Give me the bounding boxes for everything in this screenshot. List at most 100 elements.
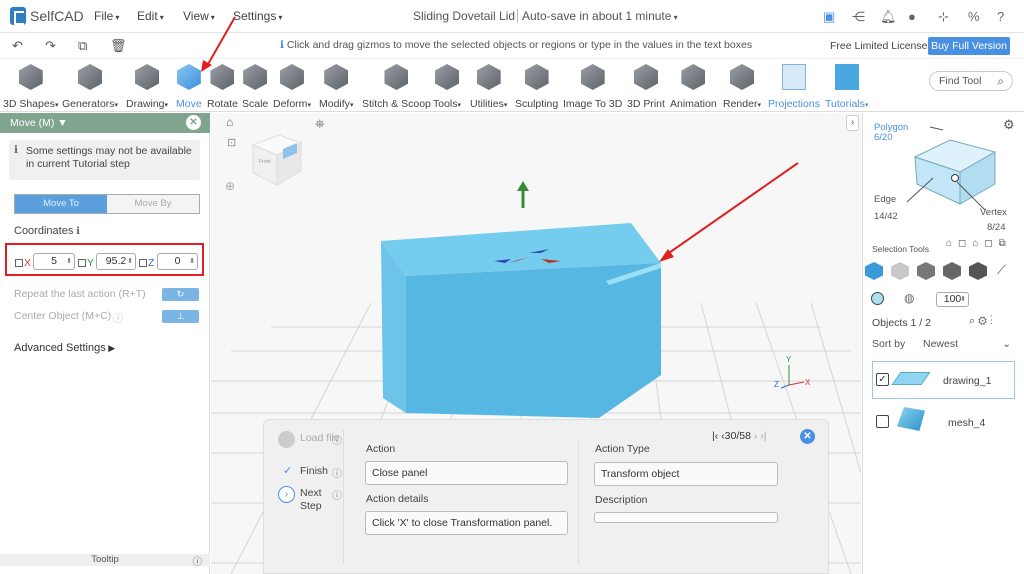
save-icon[interactable]: ▣: [823, 9, 835, 25]
tool-scale[interactable]: Scale: [242, 64, 268, 110]
x-axis-toggle[interactable]: X: [15, 257, 31, 269]
step-navigation[interactable]: |‹ ‹30/58 › ›|: [712, 430, 767, 442]
repeat-action-button[interactable]: ↻: [162, 288, 199, 301]
tool-sculpting[interactable]: Sculpting: [515, 64, 558, 110]
tool-3d-shapes[interactable]: 3D Shapes: [3, 64, 58, 110]
percent-icon[interactable]: %: [968, 9, 980, 24]
box-object[interactable]: [381, 223, 661, 418]
first-step-icon[interactable]: |‹: [712, 430, 718, 442]
tool-image-to-3d[interactable]: Image To 3D: [563, 64, 622, 110]
y-coordinate-input[interactable]: 95.2: [96, 253, 136, 270]
collapse-right-panel-button[interactable]: ›: [846, 115, 859, 131]
object-checkbox-mesh[interactable]: [876, 415, 889, 428]
selection-mode-cube[interactable]: [905, 122, 1005, 212]
selection-extra-icons[interactable]: ⌂◻⌂◻⧉: [946, 238, 1012, 249]
view-cube[interactable]: Front: [251, 134, 303, 186]
y-axis-toggle[interactable]: Y: [78, 257, 94, 269]
tool-deform[interactable]: Deform: [273, 64, 311, 110]
close-panel-button[interactable]: ✕: [186, 115, 201, 130]
cube-icon: [18, 64, 43, 90]
tooltip-bar[interactable]: Tooltip: [0, 554, 210, 568]
edge-label[interactable]: Edge: [874, 194, 896, 205]
next-step-icon[interactable]: ›: [278, 486, 295, 503]
center-info-icon: ⓘ: [113, 314, 123, 325]
step-finish[interactable]: Finish: [300, 465, 328, 478]
z-coordinate-input[interactable]: 0: [157, 253, 198, 270]
divider: [343, 430, 344, 565]
trash-icon[interactable]: 🗑︎: [110, 38, 127, 54]
close-action-panel-button[interactable]: ✕: [800, 429, 815, 444]
z-checkbox[interactable]: [139, 259, 147, 267]
annotation-arrow-edge: [659, 162, 799, 262]
objects-toolbar-icons[interactable]: ⌕⚙⋮: [969, 315, 996, 328]
cut-select-icon[interactable]: ⟋: [997, 262, 1006, 278]
help-icon[interactable]: ?: [997, 9, 1004, 24]
selfcad-logo[interactable]: SelfCAD: [10, 6, 84, 26]
drawing-icon: [135, 64, 160, 90]
x-coordinate-input[interactable]: 5: [33, 253, 75, 270]
copy-icon[interactable]: ⧉: [78, 38, 87, 54]
next-step-arrow-icon[interactable]: ›: [754, 430, 758, 442]
sort-label: Sort by: [872, 338, 906, 350]
tool-utilities[interactable]: Utilities: [470, 64, 507, 110]
brush-size-input[interactable]: 100: [936, 292, 969, 307]
action-details-label: Action details: [366, 493, 429, 505]
z-axis-toggle[interactable]: Z: [139, 257, 154, 269]
home-view-icon: ⌂: [226, 115, 233, 129]
deform-icon: [279, 64, 304, 90]
sculpting-icon: [524, 64, 549, 90]
tool-animation[interactable]: Animation: [670, 64, 717, 110]
step-next[interactable]: Next Step: [300, 487, 330, 513]
undo-icon[interactable]: ↶: [12, 38, 23, 54]
share-icon[interactable]: ⋲: [852, 9, 865, 25]
object-checkbox-drawing[interactable]: ✓: [876, 373, 889, 386]
sort-select[interactable]: Newest ⌄: [923, 338, 1015, 350]
menu-edit[interactable]: Edit: [137, 9, 164, 23]
tool-stitch-scoop[interactable]: Stitch & Scoop: [362, 64, 431, 110]
notification-bell-icon[interactable]: 🔔︎: [880, 9, 897, 25]
x-checkbox[interactable]: [15, 259, 23, 267]
find-tool-search[interactable]: Find Tool: [929, 71, 1013, 91]
move-to-option[interactable]: Move To: [15, 195, 107, 213]
move-by-option[interactable]: Move By: [107, 195, 199, 213]
buy-full-version-button[interactable]: Buy Full Version: [928, 37, 1010, 55]
tool-projections[interactable]: Projections: [768, 64, 820, 110]
tool-drawing[interactable]: Drawing: [126, 64, 168, 110]
tutorial-notice: Some settings may not be available in cu…: [9, 140, 200, 180]
menu-settings[interactable]: Settings: [233, 9, 282, 23]
vertex-label[interactable]: Vertex: [980, 207, 1007, 218]
tool-modify[interactable]: Modify: [319, 64, 353, 110]
repeat-last-action-label: Repeat the last action (R+T): [14, 288, 146, 300]
object-row-mesh[interactable]: [872, 401, 1015, 441]
tool-generators[interactable]: Generators: [62, 64, 118, 110]
description-label: Description: [595, 494, 648, 506]
selection-tools-label: Selection Tools: [872, 244, 930, 254]
tool-tutorials[interactable]: Tutorials: [825, 64, 868, 110]
tool-3d-print[interactable]: 3D Print: [627, 64, 665, 110]
action-type-field: Transform object: [594, 462, 778, 486]
check-icon: ✓: [283, 465, 293, 477]
tool-tools[interactable]: Tools: [433, 64, 461, 110]
document-title[interactable]: Sliding Dovetail Lid: [413, 9, 515, 23]
center-object-button[interactable]: ⊥: [162, 310, 199, 323]
y-gizmo-arrow[interactable]: [517, 181, 529, 208]
y-checkbox[interactable]: [78, 259, 86, 267]
menu-file[interactable]: File: [94, 9, 119, 23]
user-icon[interactable]: ●: [908, 9, 916, 24]
tool-render[interactable]: Render: [723, 64, 761, 110]
brush-sphere-icon[interactable]: ◍: [904, 291, 914, 305]
last-step-icon[interactable]: ›|: [760, 430, 766, 442]
autosave-status[interactable]: Auto-save in about 1 minute: [517, 9, 678, 23]
annotation-arrow-move: [201, 16, 236, 72]
app-name: SelfCAD: [30, 8, 84, 24]
advanced-settings-toggle[interactable]: Advanced Settings: [14, 342, 115, 354]
action-type-label: Action Type: [595, 443, 650, 455]
calculator-icon[interactable]: ⊹: [938, 9, 949, 25]
redo-icon[interactable]: ↷: [45, 38, 56, 54]
logo-icon: [10, 7, 26, 25]
brush-circle-icon[interactable]: [871, 292, 884, 305]
object-name-drawing: drawing_1: [943, 375, 992, 387]
scale-icon: [243, 64, 268, 90]
move-mode-toggle[interactable]: Move To Move By: [14, 194, 200, 214]
action-field: Close panel: [365, 461, 568, 485]
